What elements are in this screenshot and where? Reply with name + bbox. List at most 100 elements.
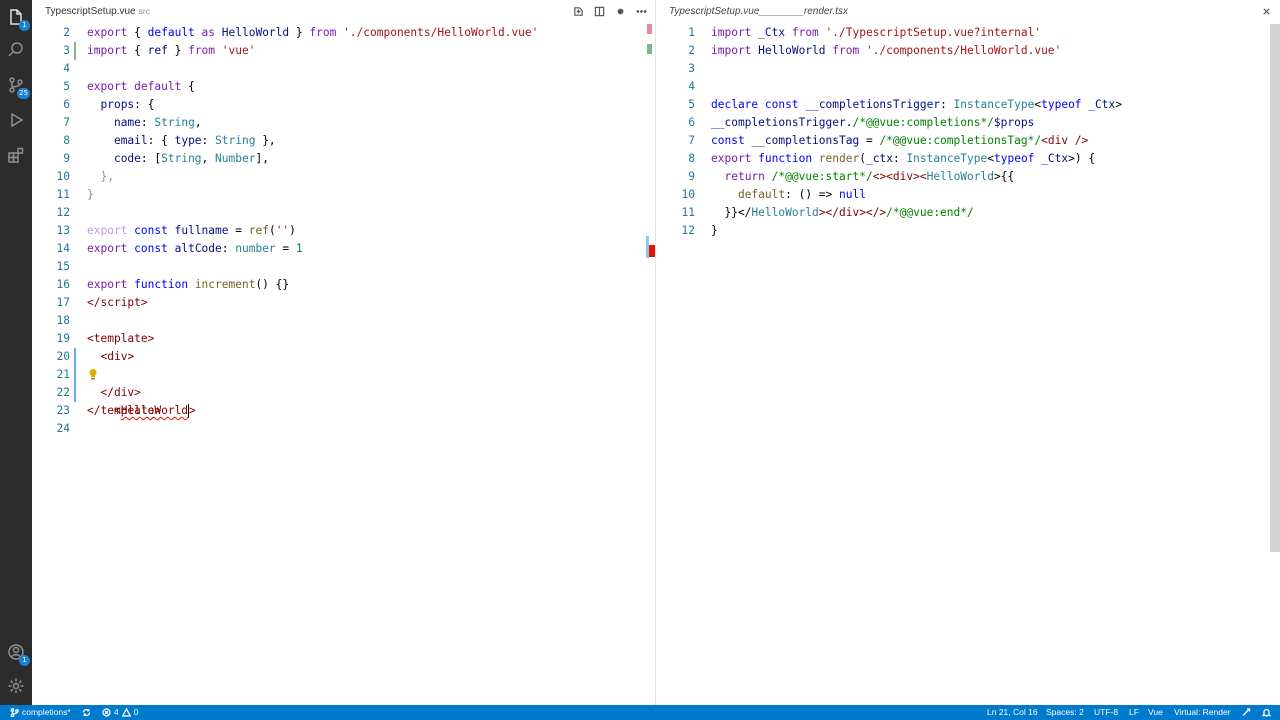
code-line: 15 [32,258,655,276]
indentation[interactable]: Spaces: 2 [1046,705,1084,720]
code-line: 18 [32,312,655,330]
code-text: name: String, [113,116,202,129]
activity-bar: 1 25 1 [0,0,32,705]
line-number: 6 [688,116,695,129]
warning-count: 0 [133,707,139,717]
code-text: return /*@@vue:start*/<><div><HelloWorld… [724,170,1015,183]
code-line: 20 <div> [32,348,655,366]
code-text: export { default as HelloWorld } from '.… [87,26,539,39]
tab-render-tsx[interactable]: TypescriptSetup.vue________render.tsx [669,6,848,17]
account-badge: 1 [19,655,30,666]
line-number: 20 [56,350,70,363]
code-text: <div> [87,350,135,363]
code-line: 7 const __completionsTag = /*@@vue:comple… [657,132,1280,150]
code-text: }}</HelloWorld></div></>/*@@vue:end*/ [711,206,974,219]
bell-icon [1262,708,1271,717]
code-line: 5 declare const __completionsTrigger: Ins… [657,96,1280,114]
code-line: 11 }}</HelloWorld></div></>/*@@vue:end*/ [657,204,1280,222]
line-number: 6 [63,98,70,111]
feedback-button[interactable] [1242,705,1251,720]
unsaved-dot-icon[interactable] [614,5,626,17]
tab-label: TypescriptSetup.vue________render.tsx [669,6,848,17]
editor-actions-right [1260,5,1272,17]
line-ending[interactable]: LF [1129,705,1139,720]
sync-button[interactable] [82,705,94,720]
code-editor-left[interactable]: 2 export { default as HelloWorld } from '… [32,24,655,438]
notifications-button[interactable] [1262,705,1271,720]
gear-icon[interactable] [6,676,26,696]
line-number: 12 [56,206,70,219]
close-icon[interactable] [1260,5,1272,17]
tab-description: src [138,6,150,16]
code-line: 5 export default { [32,78,655,96]
account-icon[interactable]: 1 [6,642,30,666]
changed-gutter-mark [74,366,76,384]
line-number: 22 [56,386,70,399]
added-gutter-mark [74,42,76,60]
ruler-error-mark [647,24,652,34]
code-line: 23 </template> [32,402,655,420]
line-number: 9 [63,152,70,165]
line-number: 18 [56,314,70,327]
problems-indicator[interactable]: 4 0 [102,705,138,720]
language-mode[interactable]: Vue [1148,705,1163,720]
code-text: export const fullname = ref('') [87,224,296,237]
line-number: 13 [56,224,70,237]
tab-typescript-setup[interactable]: TypescriptSetup.vue src [45,6,150,17]
line-number: 5 [63,80,70,93]
code-line: 6 __completionsTrigger./*@@vue:completion… [657,114,1280,132]
more-actions-icon[interactable] [635,5,647,17]
tab-bar: TypescriptSetup.vue src [32,0,655,24]
overview-ruler[interactable] [645,24,655,705]
ruler-added-mark [647,44,652,54]
encoding[interactable]: UTF-8 [1094,705,1118,720]
split-editor-icon[interactable] [593,5,605,17]
line-number: 1 [688,26,695,39]
code-line: 11} [32,186,655,204]
code-text: const __completionsTag = /*@@vue:complet… [711,134,1089,147]
branch-name: completions* [22,707,71,717]
code-line: 21 <HelloWorld> [32,366,655,418]
editor-group-left: TypescriptSetup.vue src 2 export { default… [32,0,656,705]
run-debug-icon[interactable] [6,110,26,130]
code-text: email: { type: String }, [113,134,276,147]
line-number: 8 [63,134,70,147]
lightbulb-icon[interactable] [88,368,98,381]
line-number: 24 [56,422,70,435]
code-line: 9 return /*@@vue:start*/<><div><HelloWor… [657,168,1280,186]
source-control-icon[interactable]: 25 [6,75,30,99]
search-icon[interactable] [6,40,26,60]
tab-bar-right: TypescriptSetup.vue________render.tsx [657,0,1280,24]
branch-indicator[interactable]: completions* [10,705,71,720]
code-line: 10 }, [32,168,655,186]
virtual-render-toggle[interactable]: Virtual: Render [1174,705,1231,720]
code-text: </template> [87,404,162,417]
line-number: 12 [681,224,695,237]
line-number: 4 [63,62,70,75]
sync-icon [82,708,91,717]
ruler-cursor-mark [646,236,656,258]
extensions-icon[interactable] [6,145,26,165]
code-text: default: () => null [737,188,866,201]
code-text: import { ref } from 'vue' [87,44,256,57]
code-text: import HelloWorld from './components/Hel… [711,44,1062,57]
cursor-position[interactable]: Ln 21, Col 16 [987,705,1038,720]
error-icon [102,708,111,717]
code-line: 13 export const fullname = ref('') [32,222,655,240]
line-number: 23 [56,404,70,417]
code-line: 22 </div> [32,384,655,402]
code-editor-right[interactable]: 1 import _Ctx from './TypescriptSetup.vue… [657,24,1280,240]
vertical-scrollbar[interactable] [1270,24,1280,552]
files-icon[interactable]: 1 [6,7,30,31]
line-number: 14 [56,242,70,255]
code-line: 3 import { ref } from 'vue' [32,42,655,60]
code-line: 2 export { default as HelloWorld } from '… [32,24,655,42]
code-line: 1 import _Ctx from './TypescriptSetup.vue… [657,24,1280,42]
line-number: 21 [56,368,70,381]
line-number: 2 [688,44,695,57]
line-number: 3 [688,62,695,75]
line-number: 19 [56,332,70,345]
explorer-badge: 1 [19,20,30,31]
open-changes-icon[interactable] [572,5,584,17]
code-line: 3 [657,60,1280,78]
